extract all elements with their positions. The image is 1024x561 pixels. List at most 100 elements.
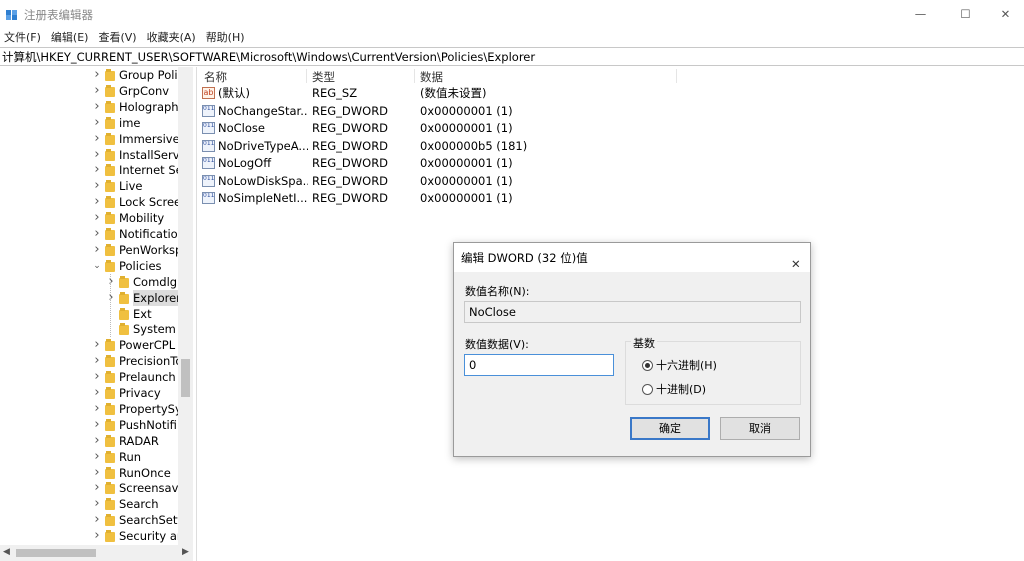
chevron-right-icon[interactable]: ›: [92, 480, 102, 496]
tree-item[interactable]: › Lock Scree: [92, 194, 181, 210]
chevron-right-icon[interactable]: ›: [106, 274, 116, 290]
value-data-input[interactable]: 0: [464, 354, 614, 376]
value-name: (默认): [218, 86, 250, 100]
chevron-right-icon[interactable]: ›: [92, 194, 102, 210]
tree-item[interactable]: › Live: [92, 178, 142, 194]
value-name-field[interactable]: NoClose: [464, 301, 801, 323]
value-row[interactable]: 011 110NoDriveTypeA... REG_DWORD 0x000000b…: [198, 138, 678, 155]
dialog-close-button[interactable]: ✕: [784, 247, 806, 271]
menu-view[interactable]: 查看(V): [98, 29, 136, 45]
value-row[interactable]: 011 110NoClose REG_DWORD 0x00000001 (1): [198, 120, 678, 137]
tree-item[interactable]: › PropertySy: [92, 401, 181, 417]
chevron-right-icon[interactable]: ›: [92, 496, 102, 512]
tree-item[interactable]: › Search: [92, 496, 158, 512]
chevron-right-icon[interactable]: ›: [92, 210, 102, 226]
dec-radio[interactable]: 十进制(D): [642, 381, 706, 397]
dword-value-icon: 011 110: [202, 104, 215, 117]
column-divider[interactable]: [414, 69, 415, 83]
tree-vertical-scrollbar[interactable]: [178, 67, 193, 545]
chevron-right-icon[interactable]: ›: [92, 162, 102, 178]
chevron-right-icon[interactable]: ›: [92, 433, 102, 449]
chevron-right-icon[interactable]: ›: [92, 131, 102, 147]
menu-file[interactable]: 文件(F): [4, 29, 41, 45]
chevron-right-icon[interactable]: ›: [92, 337, 102, 353]
column-divider[interactable]: [676, 69, 677, 83]
tree-item[interactable]: › InstallServi: [92, 147, 182, 163]
chevron-right-icon[interactable]: ›: [92, 226, 102, 242]
column-divider[interactable]: [306, 69, 307, 83]
chevron-right-icon[interactable]: ›: [92, 67, 102, 83]
tree-item[interactable]: › Comdlg: [106, 274, 177, 290]
chevron-right-icon[interactable]: ›: [92, 242, 102, 258]
tree-item[interactable]: › PowerCPL: [92, 337, 175, 353]
tree-item[interactable]: System: [106, 321, 176, 337]
chevron-right-icon[interactable]: ›: [92, 115, 102, 131]
chevron-right-icon[interactable]: ›: [92, 417, 102, 433]
tree-item[interactable]: › ime: [92, 115, 140, 131]
folder-icon: [105, 482, 115, 495]
minimize-button[interactable]: —: [898, 0, 943, 28]
tree-item[interactable]: › Mobility: [92, 210, 164, 226]
tree-item[interactable]: › Run: [92, 449, 141, 465]
tree-item[interactable]: › Internet Se: [92, 162, 182, 178]
column-header-data[interactable]: 数据: [420, 69, 443, 85]
chevron-right-icon[interactable]: ›: [92, 353, 102, 369]
tree-item[interactable]: › Screensave: [92, 480, 185, 496]
scrollbar-thumb[interactable]: [181, 359, 190, 397]
pane-splitter[interactable]: [196, 67, 197, 561]
value-row[interactable]: 011 110NoSimpleNetI... REG_DWORD 0x0000000…: [198, 190, 678, 207]
tree-item[interactable]: › RunOnce: [92, 465, 170, 481]
chevron-right-icon[interactable]: ›: [92, 401, 102, 417]
value-row[interactable]: 011 110NoLowDiskSpa... REG_DWORD 0x0000000…: [198, 173, 678, 190]
ok-button[interactable]: 确定: [630, 417, 710, 440]
menu-edit[interactable]: 编辑(E): [51, 29, 89, 45]
tree-horizontal-scrollbar[interactable]: ◀ ▶: [0, 545, 193, 561]
chevron-right-icon[interactable]: ›: [92, 385, 102, 401]
tree-item[interactable]: › PrecisionTo: [92, 353, 182, 369]
tree-item[interactable]: › Privacy: [92, 385, 160, 401]
tree-item[interactable]: › RADAR: [92, 433, 159, 449]
tree-item[interactable]: ⌄ Policies: [92, 258, 161, 274]
cancel-button[interactable]: 取消: [720, 417, 800, 440]
tree-item[interactable]: › Prelaunch: [92, 369, 176, 385]
tree-item[interactable]: Ext: [106, 306, 152, 322]
column-header-type[interactable]: 类型: [312, 69, 335, 85]
tree-item[interactable]: › Explorer: [106, 289, 181, 306]
tree-item[interactable]: › GrpConv: [92, 83, 169, 99]
value-row[interactable]: 011 110NoChangeStar... REG_DWORD 0x0000000…: [198, 103, 678, 120]
tree-item[interactable]: › Security ar: [92, 528, 181, 544]
scroll-right-icon[interactable]: ▶: [182, 547, 189, 557]
chevron-right-icon[interactable]: ›: [92, 528, 102, 544]
dialog-title-bar: 编辑 DWORD (32 位)值 ✕: [454, 243, 810, 272]
chevron-down-icon[interactable]: ⌄: [92, 258, 102, 274]
value-row[interactable]: 011 110NoLogOff REG_DWORD 0x00000001 (1): [198, 155, 678, 172]
chevron-right-icon[interactable]: ›: [92, 512, 102, 528]
chevron-right-icon[interactable]: ›: [92, 449, 102, 465]
chevron-right-icon[interactable]: ›: [92, 369, 102, 385]
hex-radio[interactable]: 十六进制(H): [642, 357, 717, 373]
tree-item[interactable]: › PushNotifi: [92, 417, 177, 433]
tree-item[interactable]: › Holograph: [92, 99, 178, 115]
tree-item[interactable]: › SearchSett: [92, 512, 182, 528]
value-row[interactable]: ab (默认) REG_SZ (数值未设置): [198, 85, 678, 102]
tree-item[interactable]: › Group Poli: [92, 67, 177, 83]
chevron-right-icon[interactable]: ›: [92, 178, 102, 194]
chevron-right-icon[interactable]: ›: [92, 83, 102, 99]
column-header-name[interactable]: 名称: [204, 69, 227, 85]
menu-favorites[interactable]: 收藏夹(A): [147, 29, 196, 45]
scrollbar-thumb[interactable]: [16, 549, 96, 557]
tree-item[interactable]: › PenWorksp: [92, 242, 182, 258]
tree-item[interactable]: › Notificatio: [92, 226, 177, 242]
folder-icon: [105, 339, 115, 352]
close-button[interactable]: ✕: [983, 0, 1024, 28]
tree-item-label: Prelaunch: [119, 370, 176, 385]
address-bar[interactable]: 计算机\HKEY_CURRENT_USER\SOFTWARE\Microsoft…: [0, 47, 1024, 66]
chevron-right-icon[interactable]: ›: [106, 290, 116, 306]
menu-help[interactable]: 帮助(H): [206, 29, 245, 45]
chevron-right-icon[interactable]: ›: [92, 147, 102, 163]
maximize-button[interactable]: ☐: [943, 0, 988, 28]
tree-item[interactable]: › Immersive: [92, 131, 179, 147]
chevron-right-icon[interactable]: ›: [92, 99, 102, 115]
chevron-right-icon[interactable]: ›: [92, 465, 102, 481]
scroll-left-icon[interactable]: ◀: [3, 547, 10, 557]
